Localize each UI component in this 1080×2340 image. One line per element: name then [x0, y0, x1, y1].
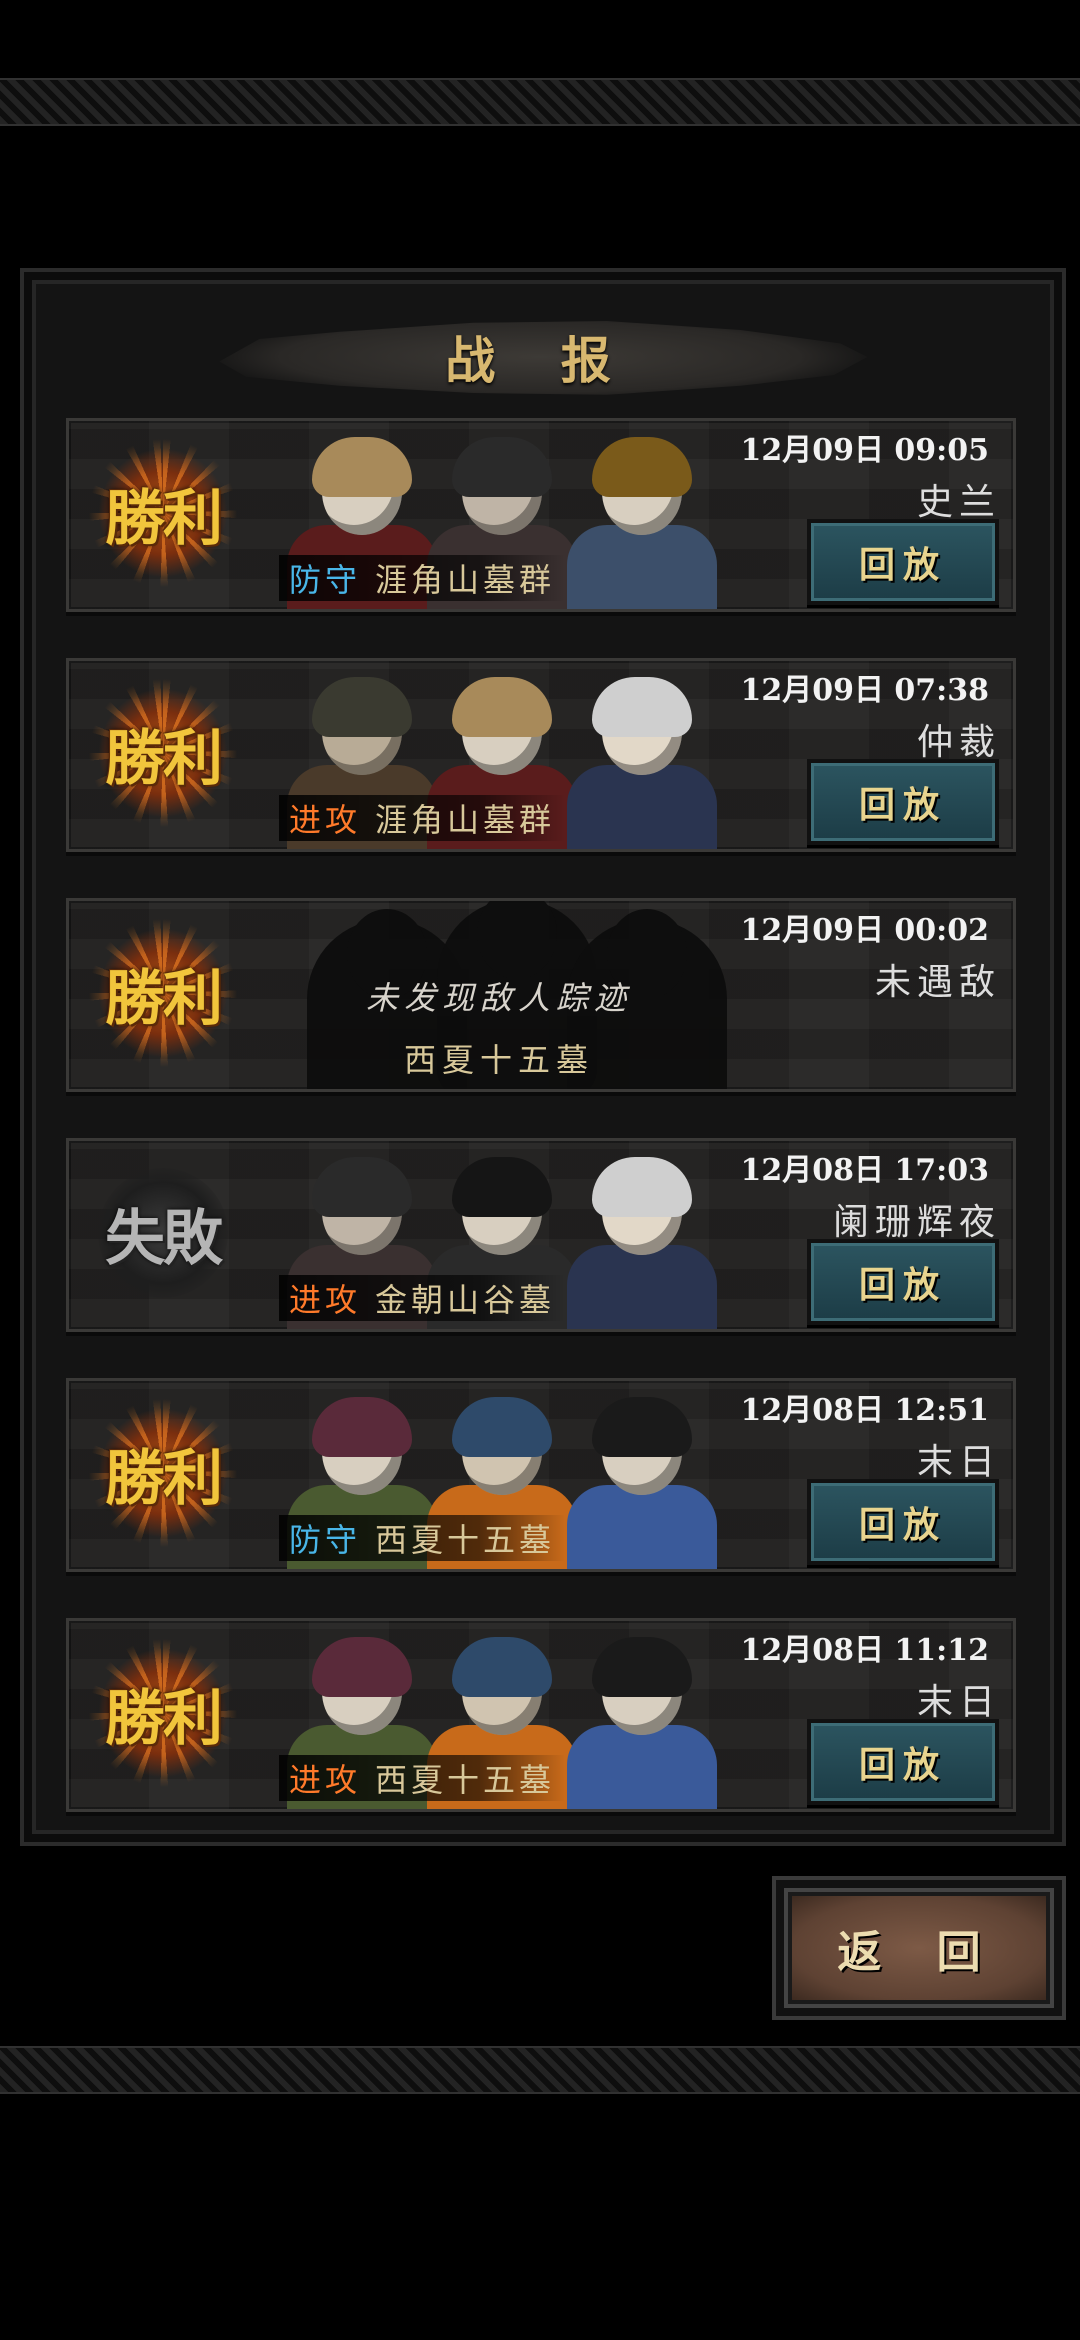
result-label: 勝利 — [105, 483, 223, 554]
battle-time: 12月08日 11:12 — [740, 1633, 989, 1668]
replay-button[interactable]: 回放 — [807, 1239, 999, 1325]
report-row: 勝利 防守 西夏十五墓 12月08日 12:51 末日 回放 — [66, 1378, 1016, 1572]
battle-caption: 防守 涯角山墓群 — [279, 555, 566, 601]
battle-mode: 防守 — [289, 561, 362, 599]
back-button[interactable]: 返 回 — [772, 1876, 1066, 2020]
battle-caption: 进攻 西夏十五墓 — [279, 1755, 566, 1801]
battle-location: 西夏十五墓 — [403, 1041, 594, 1079]
report-row: 失敗 进攻 金朝山谷墓 12月08日 17:03 阑珊辉夜 回放 — [66, 1138, 1016, 1332]
battle-time: 12月09日 09:05 — [740, 433, 989, 468]
result-badge-victory: 勝利 — [83, 443, 243, 583]
report-row: 勝利 未发现敌人踪迹 西夏十五墓 12月09日 00:02 未遇敌 — [66, 898, 1016, 1092]
opponent-name: 末日 — [916, 1682, 1001, 1723]
page-title: 战 报 — [445, 331, 635, 390]
battle-time: 12月09日 00:02 — [740, 913, 989, 948]
battle-mode: 进攻 — [289, 1761, 362, 1799]
report-row: 勝利 防守 涯角山墓群 12月09日 09:05 史兰 回放 — [66, 418, 1016, 612]
replay-button[interactable]: 回放 — [807, 759, 999, 845]
top-decorative-border — [0, 78, 1080, 126]
bottom-decorative-border — [0, 2046, 1080, 2094]
back-button-label: 返 回 — [792, 1896, 1046, 2000]
replay-button[interactable]: 回放 — [807, 519, 999, 605]
battle-mode: 进攻 — [289, 1281, 362, 1319]
report-row: 勝利 进攻 西夏十五墓 12月08日 11:12 末日 回放 — [66, 1618, 1016, 1812]
battle-location: 涯角山墓群 — [375, 561, 556, 599]
battle-location: 西夏十五墓 — [375, 1761, 556, 1799]
result-label: 失敗 — [105, 1203, 223, 1274]
opponent-name: 史兰 — [916, 482, 1001, 523]
replay-button[interactable]: 回放 — [807, 1479, 999, 1565]
opponent-name: 仲裁 — [916, 722, 1001, 763]
result-label: 勝利 — [105, 1443, 223, 1514]
battle-time: 12月08日 17:03 — [740, 1153, 989, 1188]
result-label: 勝利 — [105, 963, 223, 1034]
battle-location: 涯角山墓群 — [375, 801, 556, 839]
hero-portrait — [567, 429, 717, 609]
opponent-name: 末日 — [916, 1442, 1001, 1483]
result-label: 勝利 — [105, 723, 223, 794]
hero-portrait — [567, 1149, 717, 1329]
opponent-name: 阑珊辉夜 — [832, 1202, 1001, 1243]
hero-portrait — [567, 1629, 717, 1809]
battle-time: 12月08日 12:51 — [740, 1393, 989, 1428]
battle-mode: 进攻 — [289, 801, 362, 839]
result-badge-victory: 勝利 — [83, 1403, 243, 1543]
opponent-name: 未遇敌 — [874, 962, 1001, 1003]
result-badge-victory: 勝利 — [83, 1643, 243, 1783]
battle-caption: 防守 西夏十五墓 — [279, 1515, 566, 1561]
hero-portrait — [567, 669, 717, 849]
battle-mode: 防守 — [289, 1521, 362, 1559]
battle-caption: 进攻 涯角山墓群 — [279, 795, 566, 841]
report-row: 勝利 进攻 涯角山墓群 12月09日 07:38 仲裁 回放 — [66, 658, 1016, 852]
battle-location: 金朝山谷墓 — [375, 1281, 556, 1319]
result-label: 勝利 — [105, 1683, 223, 1754]
result-badge-defeat: 失敗 — [83, 1163, 243, 1303]
panel-header: 战 报 — [206, 312, 874, 402]
battle-location: 西夏十五墓 — [375, 1521, 556, 1559]
result-badge-victory: 勝利 — [83, 923, 243, 1063]
result-badge-victory: 勝利 — [83, 683, 243, 823]
hero-portrait — [567, 1389, 717, 1569]
battle-caption: 进攻 金朝山谷墓 — [279, 1275, 566, 1321]
no-enemy-message: 未发现敌人踪迹 — [365, 979, 632, 1017]
replay-button[interactable]: 回放 — [807, 1719, 999, 1805]
battle-time: 12月09日 07:38 — [740, 673, 989, 708]
